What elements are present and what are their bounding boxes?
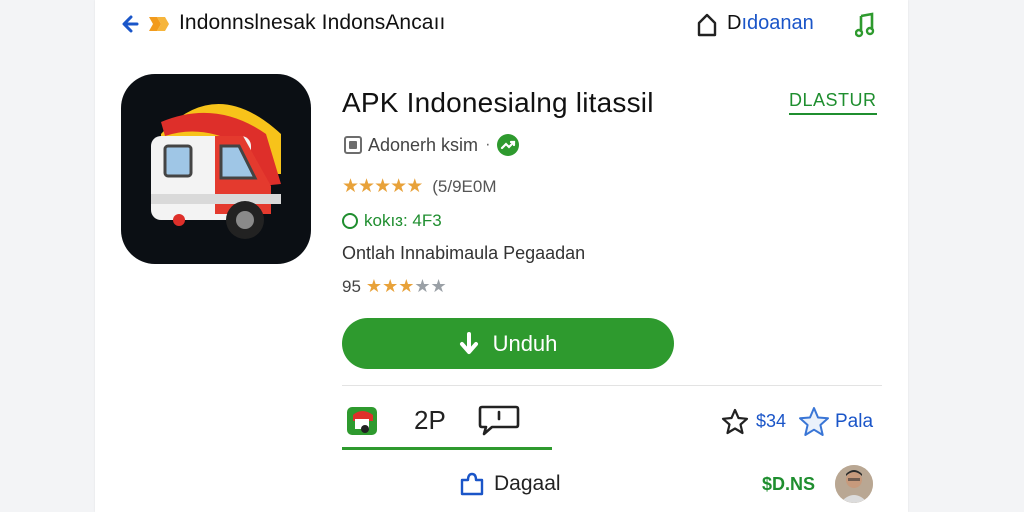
app-icon <box>121 74 311 264</box>
rating-stars: ★★★★★ <box>342 175 423 198</box>
page-title: Indonnslnesak IndonsAncaıı <box>179 11 446 34</box>
app-description: Ontlah Innabimaula Pegaadan <box>342 243 586 263</box>
star-icon: ★ <box>374 176 391 197</box>
size-row: kokıɜ: 4F3 <box>342 211 442 231</box>
active-tab-indicator <box>342 447 552 450</box>
star-filled-icon: ★ <box>382 276 399 296</box>
score-value: 95 <box>342 276 361 296</box>
verified-trend-icon <box>497 134 520 156</box>
install-badge-link[interactable]: DLASTUR <box>789 90 877 115</box>
star-empty-icon: ★ <box>430 276 447 296</box>
app-size: kokıɜ: 4F3 <box>364 211 442 230</box>
download-button[interactable]: Unduh <box>342 318 674 369</box>
tab-strip: 2P $34 Pala <box>342 395 882 455</box>
app-name: APK Indonesialng litassil <box>342 87 654 118</box>
comment-icon[interactable] <box>478 403 520 437</box>
pay-label[interactable]: Pala <box>835 411 873 433</box>
app-detail-card: Indonnslnesak IndonsAncaıı Dıdoanan APK … <box>95 0 908 512</box>
star-filled-icon: ★ <box>365 276 383 296</box>
star-outline-icon[interactable] <box>720 407 750 437</box>
size-info-icon <box>342 213 358 229</box>
detail-label: Dagaal <box>494 472 561 495</box>
star-filled-icon: ★ <box>398 276 415 296</box>
star-empty-icon: ★ <box>414 276 431 296</box>
download-arrow-icon <box>459 331 478 354</box>
score-row: 95 ★★★★★ <box>342 276 447 297</box>
download-button-label: Unduh <box>492 330 558 356</box>
separator-dot: · <box>485 136 491 153</box>
star-icon: ★ <box>358 176 375 197</box>
user-avatar-icon <box>835 465 873 503</box>
rating-count: (5/9E0M <box>432 176 497 196</box>
footer-price: $D.NS <box>762 474 816 494</box>
star-icon: ★ <box>406 176 423 197</box>
brand-logo-icon <box>149 17 169 31</box>
developer-row: Adonerh ksim · <box>344 133 520 157</box>
divider <box>342 385 882 386</box>
back-arrow-icon[interactable] <box>117 12 141 36</box>
score-stars: ★★★★★ <box>366 276 447 297</box>
vehicle-icon <box>151 104 281 239</box>
download-link[interactable]: Dıdoanan <box>727 12 814 35</box>
home-icon[interactable] <box>695 12 719 38</box>
puzzle-icon <box>460 472 484 496</box>
star-icon: ★ <box>390 176 407 197</box>
rating-row: ★★★★★ (5/9E0M <box>342 175 496 198</box>
detail-row[interactable]: Dagaal <box>458 470 561 498</box>
avatar[interactable] <box>835 465 873 503</box>
price-label: $34 <box>756 411 787 431</box>
star-blue-icon[interactable] <box>797 405 831 439</box>
developer-name[interactable]: Adonerh ksim <box>368 135 478 156</box>
tab-app-icon[interactable] <box>345 403 379 437</box>
music-note-icon[interactable] <box>855 12 877 38</box>
developer-icon <box>344 136 362 154</box>
tab-count[interactable]: 2P <box>414 405 446 436</box>
top-bar: Indonnslnesak IndonsAncaıı Dıdoanan <box>95 0 908 52</box>
star-icon: ★ <box>342 176 359 197</box>
